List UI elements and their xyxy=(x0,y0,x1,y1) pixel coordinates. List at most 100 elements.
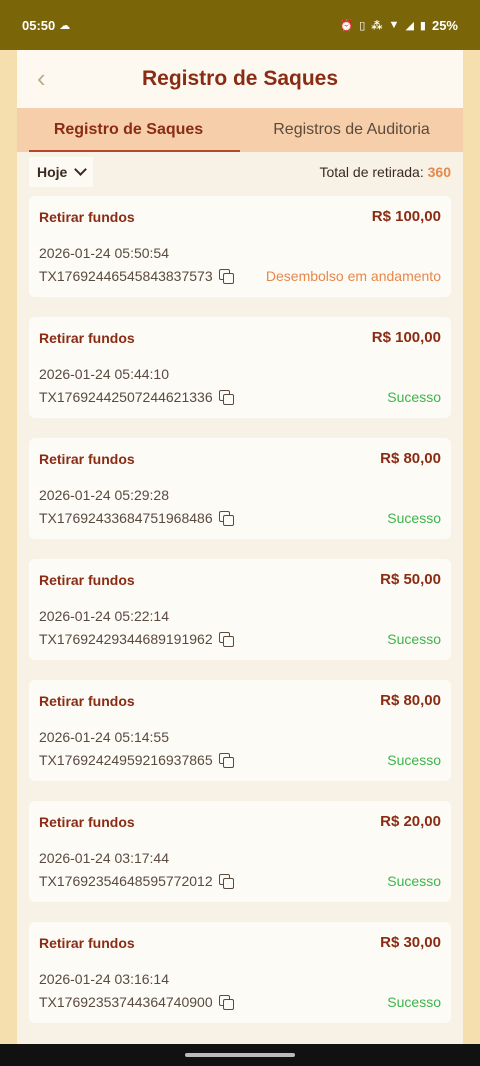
wifi-icon: ▼ xyxy=(388,19,400,31)
tab-label: Registros de Auditoria xyxy=(273,121,430,138)
total-value: 360 xyxy=(427,164,451,180)
record-amount: R$ 100,00 xyxy=(371,208,441,225)
copy-icon[interactable] xyxy=(218,753,234,768)
record-title: Retirar fundos xyxy=(39,813,135,830)
record-amount: R$ 20,00 xyxy=(380,813,441,830)
total-label: Total de retirada: xyxy=(319,164,424,180)
card-footer: TX17692353744364740900 Sucesso xyxy=(39,994,441,1010)
tab-bar: Registro de Saques Registros de Auditori… xyxy=(17,108,463,152)
card-header: Retirar fundos R$ 20,00 xyxy=(39,813,441,830)
signal-icon: ◢ xyxy=(405,19,414,32)
record-txid: TX17692442507244621336 xyxy=(39,389,213,405)
record-datetime: 2026-01-24 03:16:14 xyxy=(39,971,169,987)
record-status: Sucesso xyxy=(387,389,441,405)
vibrate-icon: ▯ xyxy=(359,19,366,32)
record-amount: R$ 100,00 xyxy=(371,329,441,346)
page-header: ‹ Registro de Saques xyxy=(17,50,463,108)
chevron-down-icon xyxy=(74,163,88,176)
record-txid: TX17692354648595772012 xyxy=(39,873,213,889)
record-title: Retirar fundos xyxy=(39,934,135,951)
card-header: Retirar fundos R$ 100,00 xyxy=(39,329,441,346)
record-title: Retirar fundos xyxy=(39,571,135,588)
total-withdrawal: Total de retirada: 360 xyxy=(319,164,451,180)
record-status: Sucesso xyxy=(387,510,441,526)
card-footer: TX17692354648595772012 Sucesso xyxy=(39,873,441,889)
copy-icon[interactable] xyxy=(218,269,234,284)
card-footer: TX17692446545843837573 Desembolso em and… xyxy=(39,268,441,284)
navigation-bar xyxy=(0,1044,480,1066)
record-txid-group: TX17692433684751968486 xyxy=(39,510,234,526)
back-button[interactable]: ‹ xyxy=(37,64,46,92)
record-status: Sucesso xyxy=(387,994,441,1010)
date-filter-dropdown[interactable]: Hoje xyxy=(29,157,94,187)
record-datetime: 2026-01-24 05:44:10 xyxy=(39,366,169,382)
battery-icon: ▮ xyxy=(419,19,426,32)
withdrawal-card[interactable]: Retirar fundos R$ 80,00 2026-01-24 05:29… xyxy=(29,438,451,539)
copy-icon[interactable] xyxy=(218,511,234,526)
record-txid: TX17692446545843837573 xyxy=(39,268,213,284)
withdrawal-card[interactable]: Retirar fundos R$ 100,00 2026-01-24 05:5… xyxy=(29,196,451,297)
record-datetime: 2026-01-24 05:14:55 xyxy=(39,729,169,745)
record-title: Retirar fundos xyxy=(39,692,135,709)
record-title: Retirar fundos xyxy=(39,329,135,346)
record-txid-group: TX17692429344689191962 xyxy=(39,631,234,647)
filter-row: Hoje Total de retirada: 360 xyxy=(17,152,463,187)
record-txid-group: TX17692446545843837573 xyxy=(39,268,234,284)
record-title: Retirar fundos xyxy=(39,450,135,467)
withdrawal-panel: ‹ Registro de Saques Registro de Saques … xyxy=(17,50,463,1044)
copy-icon[interactable] xyxy=(218,874,234,889)
record-txid: TX17692424959216937865 xyxy=(39,752,213,768)
record-amount: R$ 80,00 xyxy=(380,692,441,709)
withdrawal-card[interactable]: Retirar fundos R$ 20,00 2026-01-24 03:17… xyxy=(29,801,451,902)
record-txid: TX17692433684751968486 xyxy=(39,510,213,526)
tab-withdrawals[interactable]: Registro de Saques xyxy=(17,108,240,152)
record-status: Sucesso xyxy=(387,752,441,768)
card-header: Retirar fundos R$ 30,00 xyxy=(39,934,441,951)
record-txid-group: TX17692442507244621336 xyxy=(39,389,234,405)
record-datetime: 2026-01-24 03:17:44 xyxy=(39,850,169,866)
status-time: 05:50 xyxy=(22,17,56,33)
record-txid: TX17692429344689191962 xyxy=(39,631,213,647)
card-footer: TX17692442507244621336 Sucesso xyxy=(39,389,441,405)
record-txid-group: TX17692353744364740900 xyxy=(39,994,234,1010)
withdrawal-list: Retirar fundos R$ 100,00 2026-01-24 05:5… xyxy=(17,186,463,1023)
record-status: Sucesso xyxy=(387,873,441,889)
page-title: Registro de Saques xyxy=(141,67,339,90)
withdrawal-card[interactable]: Retirar fundos R$ 50,00 2026-01-24 05:22… xyxy=(29,559,451,660)
network-icon: ⁂ xyxy=(371,19,383,32)
card-footer: TX17692433684751968486 Sucesso xyxy=(39,510,441,526)
background-left xyxy=(0,50,17,1044)
date-filter-value: Hoje xyxy=(37,164,68,180)
card-footer: TX17692424959216937865 Sucesso xyxy=(39,752,441,768)
card-header: Retirar fundos R$ 80,00 xyxy=(39,692,441,709)
record-amount: R$ 50,00 xyxy=(380,571,441,588)
alarm-icon: ⏰ xyxy=(339,19,354,32)
copy-icon[interactable] xyxy=(218,390,234,405)
copy-icon[interactable] xyxy=(218,632,234,647)
record-datetime: 2026-01-24 05:29:28 xyxy=(39,487,169,503)
cloud-icon: ☁ xyxy=(59,19,71,32)
record-txid-group: TX17692424959216937865 xyxy=(39,752,234,768)
record-txid: TX17692353744364740900 xyxy=(39,994,213,1010)
home-indicator[interactable] xyxy=(185,1053,295,1057)
record-status: Desembolso em andamento xyxy=(265,268,441,284)
record-amount: R$ 30,00 xyxy=(380,934,441,951)
tab-label: Registro de Saques xyxy=(53,121,204,138)
card-footer: TX17692429344689191962 Sucesso xyxy=(39,631,441,647)
status-bar: 05:50 ☁ ⏰ ▯ ⁂ ▼ ◢ ▮ 25% xyxy=(0,0,480,50)
copy-icon[interactable] xyxy=(218,995,234,1010)
record-status: Sucesso xyxy=(387,631,441,647)
withdrawal-card[interactable]: Retirar fundos R$ 80,00 2026-01-24 05:14… xyxy=(29,680,451,781)
record-datetime: 2026-01-24 05:50:54 xyxy=(39,245,169,261)
card-header: Retirar fundos R$ 80,00 xyxy=(39,450,441,467)
record-title: Retirar fundos xyxy=(39,208,135,225)
tab-audit-records[interactable]: Registros de Auditoria xyxy=(240,108,463,152)
withdrawal-card[interactable]: Retirar fundos R$ 100,00 2026-01-24 05:4… xyxy=(29,317,451,418)
withdrawal-card[interactable]: Retirar fundos R$ 30,00 2026-01-24 03:16… xyxy=(29,922,451,1023)
card-header: Retirar fundos R$ 50,00 xyxy=(39,571,441,588)
card-header: Retirar fundos R$ 100,00 xyxy=(39,208,441,225)
background-right xyxy=(463,50,480,1044)
record-amount: R$ 80,00 xyxy=(380,450,441,467)
battery-level: 25% xyxy=(431,17,458,33)
record-txid-group: TX17692354648595772012 xyxy=(39,873,234,889)
